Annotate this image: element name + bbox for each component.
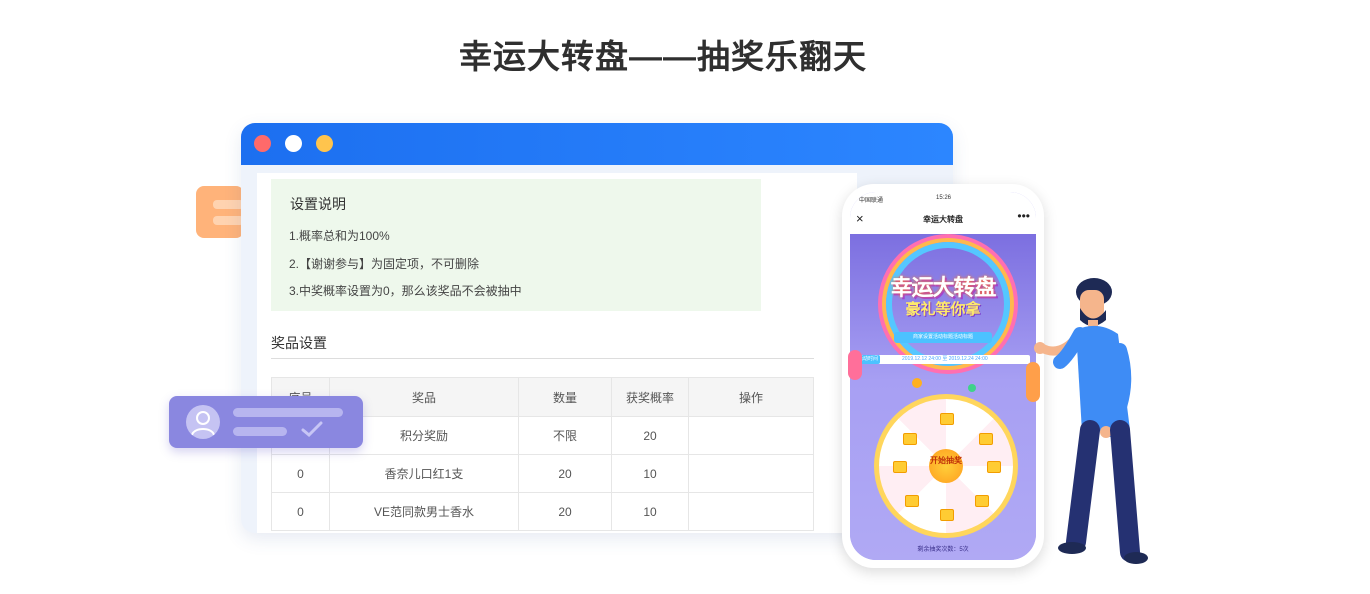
cell-prize: 香奈儿口红1支 — [329, 454, 519, 493]
settings-note: 3.中奖概率设置为0，那么该奖品不会被抽中 — [289, 284, 522, 298]
divider — [271, 358, 814, 359]
column-header-actions: 操作 — [688, 377, 814, 417]
gift-icon — [893, 461, 907, 473]
phone-nav-bar: × 幸运大转盘 ••• — [850, 206, 1036, 235]
cell-actions[interactable] — [688, 492, 814, 531]
cell-probability[interactable]: 20 — [611, 416, 689, 455]
page-title: 幸运大转盘——抽奖乐翻天 — [459, 38, 867, 75]
cell-index: 0 — [271, 492, 330, 531]
column-header-quantity: 数量 — [518, 377, 612, 417]
coin-icon — [968, 384, 976, 392]
window-content: 设置说明 1.概率总和为100% 2.【谢谢参与】为固定项，不可删除 3.中奖概… — [257, 173, 857, 533]
more-icon[interactable]: ••• — [1017, 209, 1030, 223]
settings-note: 1.概率总和为100% — [289, 229, 390, 243]
coin-icon — [912, 378, 922, 388]
activity-time-range: 2019.12.12 24:00 至 2019.12.24 24:00 — [902, 356, 988, 362]
lucky-wheel-poster: 幸运大转盘 豪礼等你拿 商家设置活动标题活动标题 活动时间 2019.12.12… — [850, 234, 1036, 560]
cell-quantity[interactable]: 20 — [518, 454, 612, 493]
gift-icon — [940, 509, 954, 521]
gift-icon — [905, 495, 919, 507]
cell-index: 0 — [271, 454, 330, 493]
settings-note: 2.【谢谢参与】为固定项，不可删除 — [289, 257, 480, 271]
carrier-label: 中国联通 — [859, 198, 884, 204]
cell-quantity[interactable]: 不限 — [518, 416, 612, 455]
gift-icon — [903, 433, 917, 445]
gift-icon — [987, 461, 1001, 473]
column-header-probability: 获奖概率 — [611, 377, 689, 417]
settings-title: 设置说明 — [290, 196, 346, 212]
balloon-icon — [848, 350, 862, 380]
cell-actions[interactable] — [688, 416, 814, 455]
gift-icon — [975, 495, 989, 507]
person-illustration — [1034, 278, 1148, 564]
orange-decor-card — [196, 186, 244, 238]
phone-mockup: 中国联通 15:26 × 幸运大转盘 ••• 幸运大转盘 豪礼等你拿 商家设置活… — [842, 184, 1044, 568]
start-draw-button[interactable]: 开始抽奖 — [929, 449, 963, 483]
check-icon — [301, 421, 323, 438]
phone-screen: 中国联通 15:26 × 幸运大转盘 ••• 幸运大转盘 豪礼等你拿 商家设置活… — [850, 192, 1036, 560]
table-row: 0 香奈儿口红1支 20 10 — [271, 454, 814, 493]
status-bar: 中国联通 15:26 — [850, 192, 1036, 206]
clock-label: 15:26 — [936, 195, 952, 201]
gift-icon — [979, 433, 993, 445]
wheel-face: 开始抽奖 — [879, 399, 1013, 533]
user-card-line — [233, 408, 343, 417]
remaining-draws-label: 剩余抽奖次数：5次 — [917, 547, 969, 553]
avatar-icon — [186, 405, 220, 439]
poster-subheadline: 豪礼等你拿 — [905, 301, 981, 318]
gift-icon — [940, 413, 954, 425]
settings-notes-panel: 设置说明 1.概率总和为100% 2.【谢谢参与】为固定项，不可删除 3.中奖概… — [271, 179, 761, 311]
merchant-activity-title: 商家设置活动标题活动标题 — [894, 332, 992, 343]
user-decor-card — [169, 396, 363, 448]
window-title-bar — [241, 123, 953, 165]
cell-probability[interactable]: 10 — [611, 454, 689, 493]
table-row: 0 VE范同款男士香水 20 10 — [271, 492, 814, 531]
user-card-line — [233, 427, 287, 436]
activity-time-bar: 活动时间 2019.12.12 24:00 至 2019.12.24 24:00 — [856, 355, 1030, 364]
prize-settings-title: 奖品设置 — [271, 335, 327, 351]
minimize-window-dot-icon[interactable] — [285, 135, 302, 152]
orange-card-line — [213, 216, 244, 225]
cell-prize: VE范同款男士香水 — [329, 492, 519, 531]
orange-card-line — [213, 200, 244, 209]
prize-wheel[interactable]: 开始抽奖 — [874, 394, 1018, 538]
cell-probability[interactable]: 10 — [611, 492, 689, 531]
close-window-dot-icon[interactable] — [254, 135, 271, 152]
phone-nav-title: 幸运大转盘 — [923, 215, 963, 224]
cell-actions[interactable] — [688, 454, 814, 493]
cell-quantity[interactable]: 20 — [518, 492, 612, 531]
maximize-window-dot-icon[interactable] — [316, 135, 333, 152]
